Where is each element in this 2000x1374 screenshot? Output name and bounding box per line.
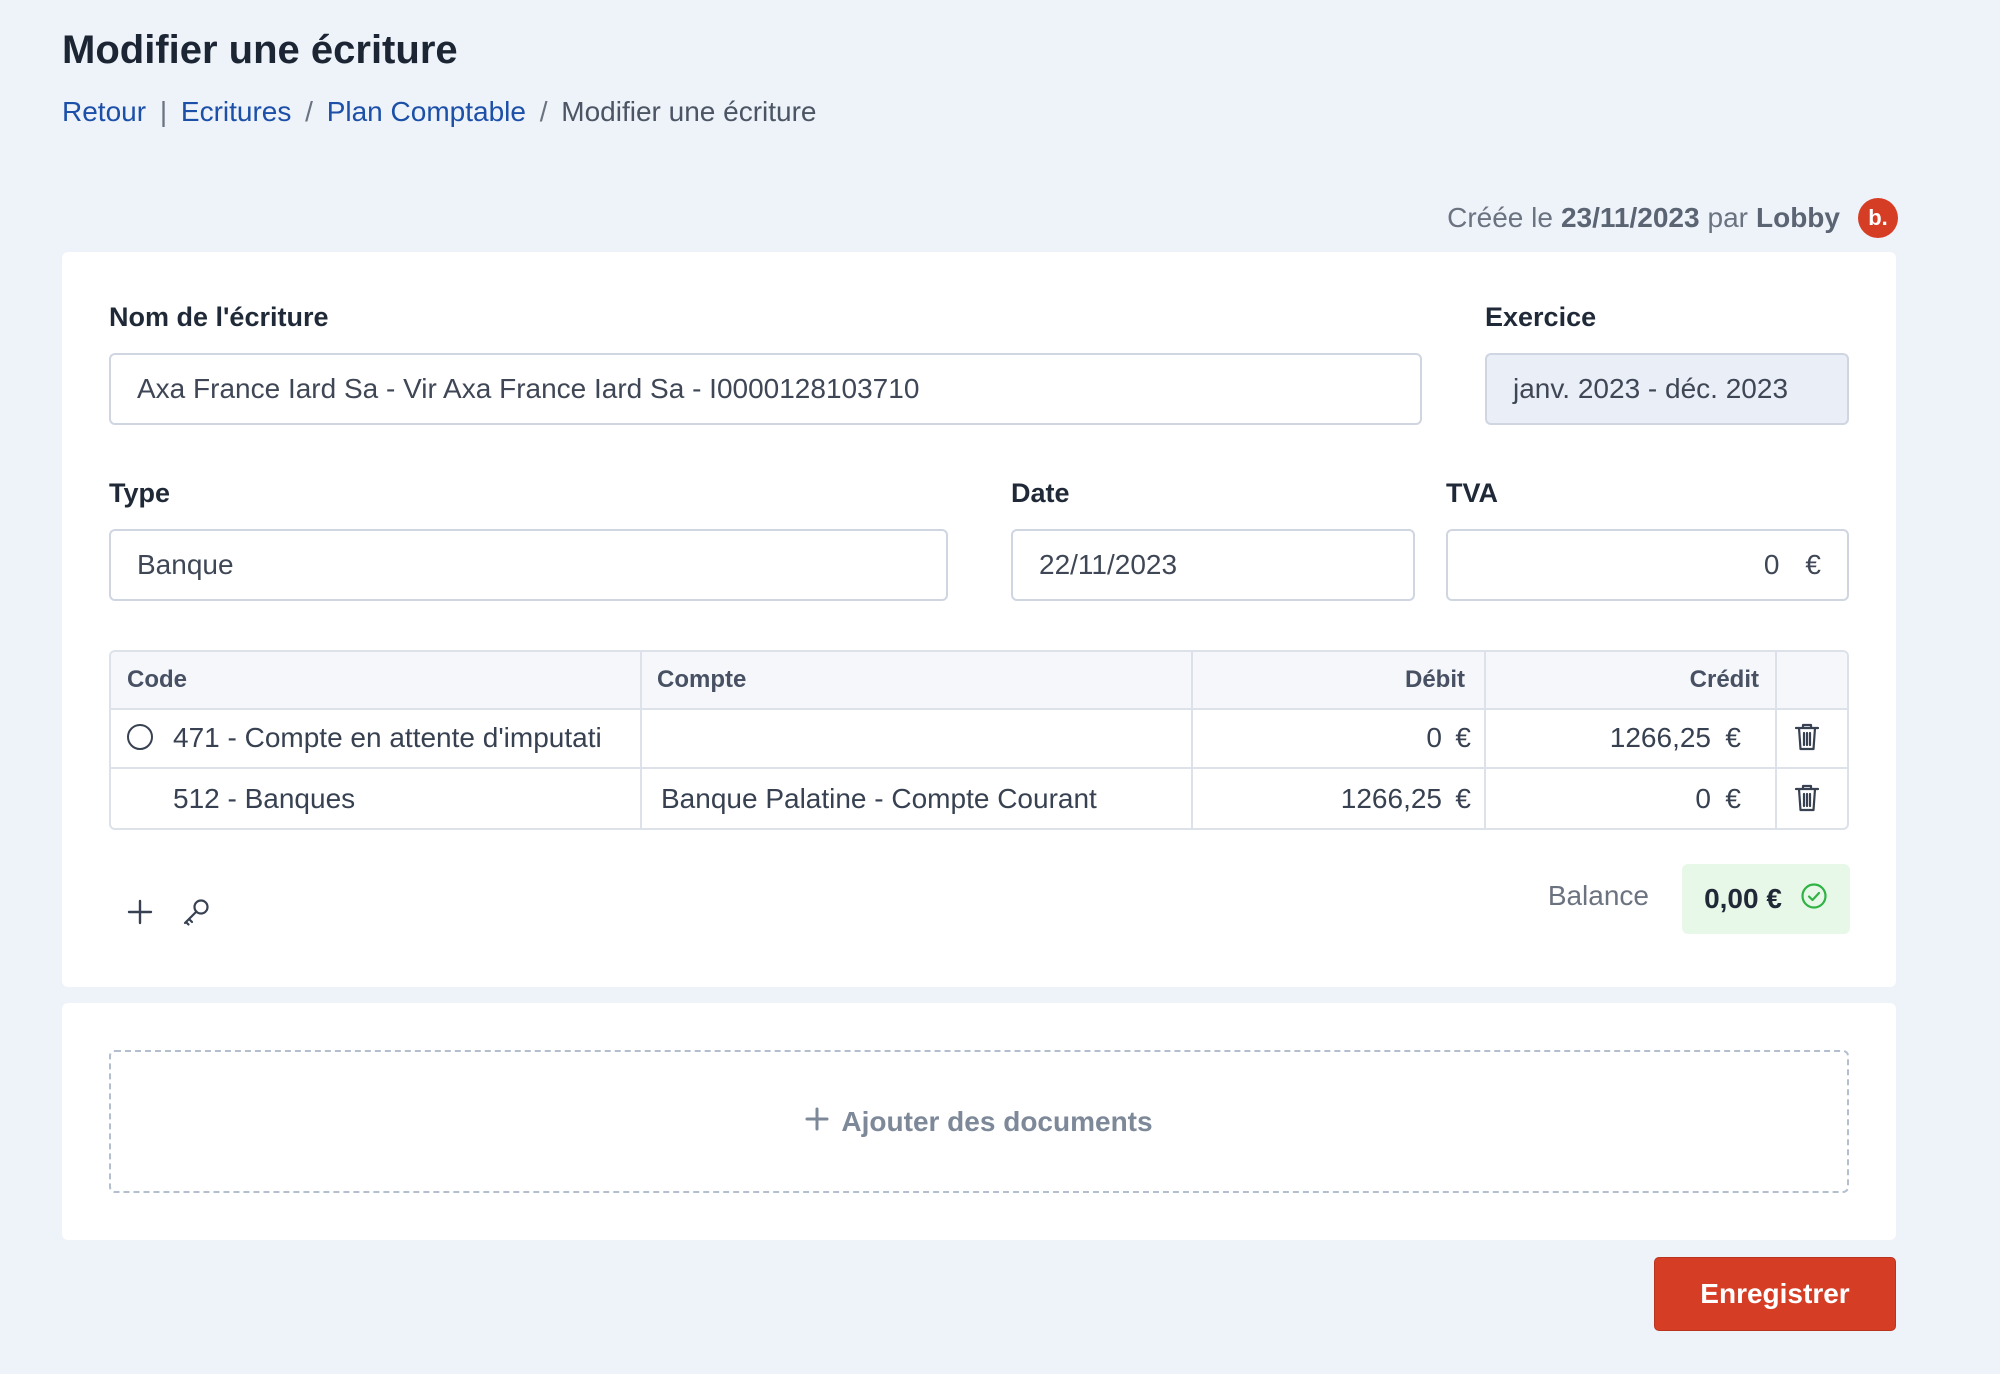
breadcrumb-separator: /: [539, 96, 548, 127]
trash-icon[interactable]: [1791, 721, 1823, 753]
trash-icon[interactable]: [1791, 782, 1823, 814]
date-input[interactable]: 22/11/2023: [1011, 529, 1415, 601]
add-documents-dropzone[interactable]: Ajouter des documents: [109, 1050, 1849, 1193]
type-select[interactable]: Banque: [109, 529, 948, 601]
meta-author: Lobby: [1756, 202, 1840, 233]
column-divider: [1191, 652, 1193, 828]
header-compte: Compte: [657, 666, 747, 693]
date-label: Date: [1011, 478, 1070, 508]
type-label: Type: [109, 478, 171, 508]
creation-meta: Créée le 23/11/2023 par Lobby b.: [1447, 198, 1898, 238]
add-documents-label: Ajouter des documents: [841, 1105, 1153, 1137]
header-code: Code: [127, 666, 187, 693]
table-header: Code Compte Débit Crédit: [111, 652, 1847, 710]
column-divider: [1484, 652, 1486, 828]
tva-value: 0: [1763, 549, 1780, 580]
row-debit[interactable]: 1266,25: [1341, 769, 1442, 828]
plus-icon[interactable]: [120, 892, 160, 932]
save-button[interactable]: Enregistrer: [1654, 1257, 1896, 1331]
row-debit-unit: €: [1455, 722, 1471, 753]
entries-table: Code Compte Débit Crédit 471 - Compte en…: [109, 650, 1849, 830]
row-debit[interactable]: 0: [1426, 708, 1442, 767]
breadcrumb-separator: |: [159, 96, 168, 127]
column-divider: [640, 652, 642, 828]
tva-unit: €: [1805, 549, 1821, 580]
row-debit-unit: €: [1455, 783, 1471, 814]
row-credit-unit: €: [1725, 722, 1741, 753]
breadcrumb-ecritures-link[interactable]: Ecritures: [181, 96, 291, 127]
entry-form-card: Nom de l'écriture Axa France Iard Sa - V…: [62, 252, 1896, 987]
plus-icon: [805, 1106, 829, 1138]
balance-value-box: 0,00 €: [1682, 864, 1850, 934]
breadcrumb: Retour | Ecritures / Plan Comptable / Mo…: [62, 96, 817, 128]
meta-date: 23/11/2023: [1560, 202, 1700, 233]
table-row[interactable]: 512 - Banques Banque Palatine - Compte C…: [111, 769, 1847, 828]
exercice-label: Exercice: [1485, 302, 1597, 332]
breadcrumb-back-link[interactable]: Retour: [62, 96, 146, 127]
balance-value: 0,00 €: [1704, 883, 1782, 914]
header-credit: Crédit: [1689, 666, 1759, 693]
check-circle-icon: [1800, 882, 1828, 917]
radio-icon[interactable]: [127, 724, 153, 750]
name-label: Nom de l'écriture: [109, 302, 329, 332]
column-divider: [1775, 652, 1777, 828]
row-credit[interactable]: 0: [1695, 769, 1711, 828]
documents-card: Ajouter des documents: [62, 1003, 1896, 1240]
row-credit[interactable]: 1266,25: [1610, 708, 1711, 767]
row-credit-unit: €: [1725, 783, 1741, 814]
breadcrumb-plan-comptable-link[interactable]: Plan Comptable: [327, 96, 526, 127]
page-title: Modifier une écriture: [62, 28, 458, 72]
table-row[interactable]: 471 - Compte en attente d'imputati 0 € 1…: [111, 708, 1847, 769]
row-code[interactable]: 471 - Compte en attente d'imputati: [173, 708, 633, 767]
header-debit: Débit: [1405, 666, 1465, 693]
row-compte[interactable]: Banque Palatine - Compte Courant: [661, 769, 1097, 828]
meta-prefix: Créée le: [1447, 202, 1553, 233]
balance-label: Balance: [1547, 880, 1649, 911]
meta-by: par: [1707, 202, 1748, 233]
avatar[interactable]: b.: [1858, 198, 1898, 238]
breadcrumb-current: Modifier une écriture: [561, 96, 817, 127]
key-icon[interactable]: [176, 892, 216, 932]
name-input[interactable]: Axa France Iard Sa - Vir Axa France Iard…: [109, 353, 1422, 425]
breadcrumb-separator: /: [305, 96, 313, 127]
row-code[interactable]: 512 - Banques: [173, 769, 633, 828]
exercice-field: janv. 2023 - déc. 2023: [1485, 353, 1849, 425]
tva-label: TVA: [1446, 478, 1498, 508]
tva-input[interactable]: 0 €: [1446, 529, 1849, 601]
